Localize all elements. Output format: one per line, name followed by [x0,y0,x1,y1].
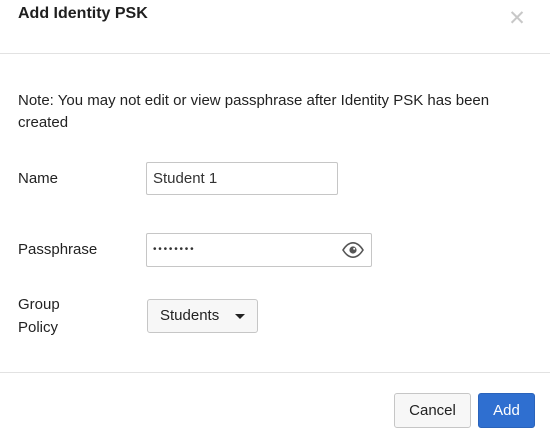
group-policy-dropdown[interactable]: Students [147,299,258,333]
eye-icon[interactable] [342,241,364,259]
cancel-button[interactable]: Cancel [394,393,471,428]
passphrase-label: Passphrase [18,241,98,258]
passphrase-masked-value: •••••••• [153,244,196,255]
add-identity-psk-dialog: Add Identity PSK ✕ Note: You may not edi… [0,0,550,442]
group-policy-label-line1: Group [18,296,60,313]
close-icon[interactable]: ✕ [508,8,526,29]
passphrase-field[interactable]: •••••••• [146,233,372,267]
dialog-header: Add Identity PSK ✕ [0,0,550,54]
passphrase-note: Note: You may not edit or view passphras… [18,92,490,131]
dialog-title: Add Identity PSK [18,5,148,22]
group-policy-selected: Students [160,307,220,324]
name-input[interactable] [146,162,338,195]
add-button[interactable]: Add [478,393,535,428]
caret-down-icon [235,314,245,319]
footer-divider [0,372,550,373]
name-label: Name [18,170,59,187]
group-policy-label-line2: Policy [18,319,59,336]
